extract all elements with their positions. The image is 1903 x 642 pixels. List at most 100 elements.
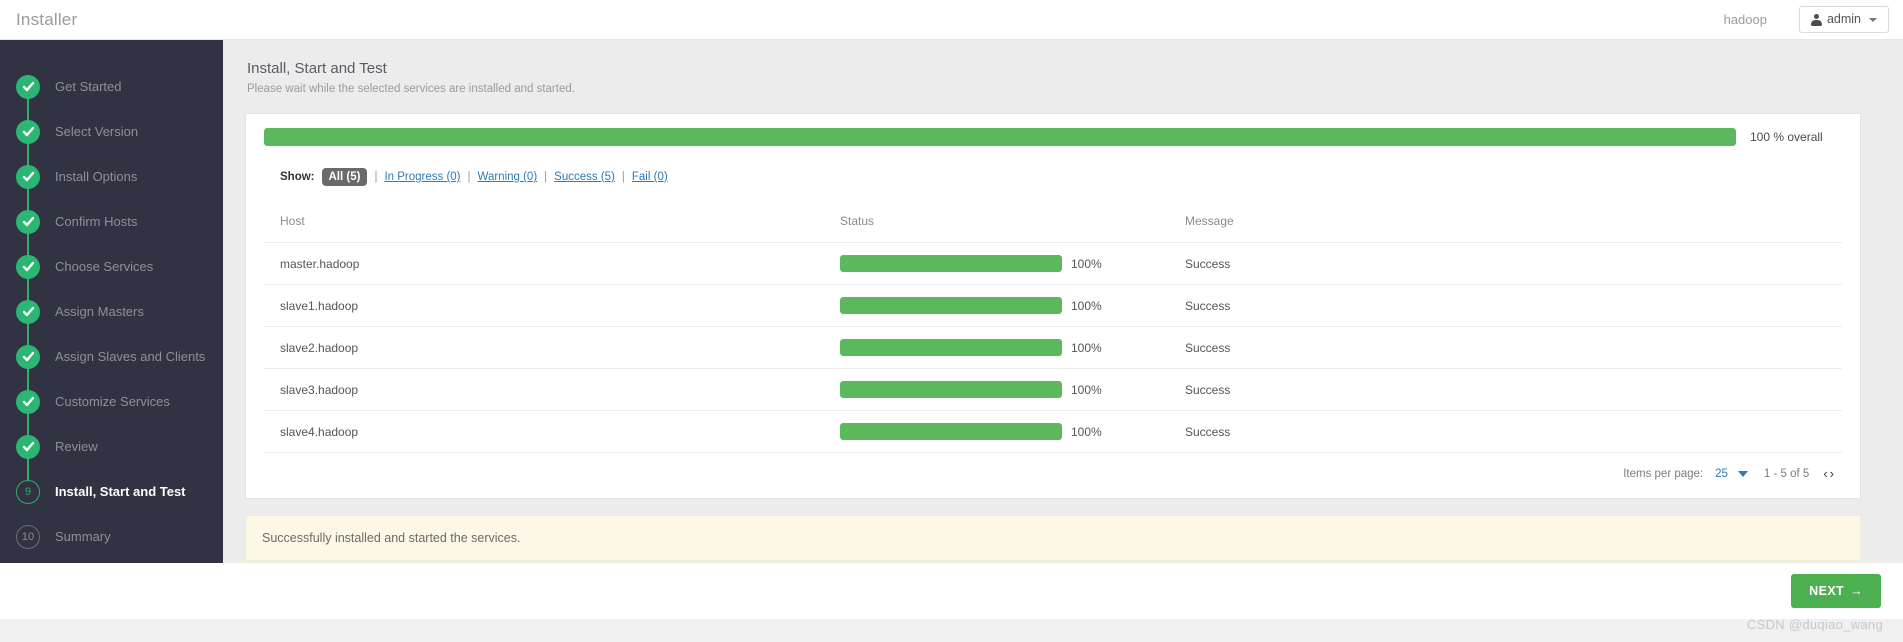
app-title: Installer (16, 9, 78, 29)
check-icon (16, 254, 40, 279)
overall-progress-bar (264, 128, 1736, 146)
row-progress-bar (840, 423, 1062, 440)
sidebar-step-label: Customize Services (55, 394, 170, 409)
next-button[interactable]: NEXT → (1791, 574, 1881, 608)
cell-message: Success (1169, 410, 1842, 453)
items-per-page-label: Items per page: (1623, 467, 1704, 480)
cell-message: Success (1169, 242, 1842, 285)
overall-progress-fill (264, 128, 1736, 146)
step-marker (16, 119, 40, 144)
top-header: Installer hadoop admin (0, 0, 1903, 40)
status-filter-row: Show: All (5) | In Progress (0) | Warning (0… (264, 168, 1842, 186)
check-icon (16, 209, 40, 234)
filter-success-5[interactable]: Success (5) (554, 171, 615, 183)
footer-strip (0, 619, 1903, 642)
row-progress-label: 100% (1071, 340, 1102, 355)
main-content: Install, Start and Test Please wait whil… (223, 40, 1903, 563)
paginator-arrows: ‹ › (1823, 467, 1834, 480)
table-row: master.hadoop 100% Success (264, 242, 1842, 285)
overall-progress-row: 100 % overall (264, 128, 1842, 146)
sidebar-step-label: Summary (55, 529, 111, 544)
sidebar-step-label: Confirm Hosts (55, 214, 138, 229)
row-progress-fill (840, 339, 1062, 356)
sidebar-step-review[interactable]: Review (0, 424, 223, 491)
step-marker (16, 344, 40, 369)
sidebar-step-label: Review (55, 439, 98, 454)
watermark: CSDN @duqiao_wang (1746, 617, 1883, 632)
check-icon (16, 299, 40, 324)
cell-host: slave2.hadoop (264, 326, 824, 369)
sidebar-step-get-started[interactable]: Get Started (0, 64, 223, 131)
cell-status: 100% (824, 326, 1169, 369)
host-status-table: Host Status Message master.hadoop 100% Suc… (264, 208, 1842, 453)
sidebar-step-assign-masters[interactable]: Assign Masters (0, 289, 223, 356)
admin-menu-button[interactable]: admin (1798, 6, 1889, 33)
step-marker: 10 (16, 524, 40, 549)
sidebar-step-label: Install, Start and Test (55, 484, 186, 499)
previous-page-icon[interactable]: ‹ (1823, 467, 1827, 480)
installer-page: Installer hadoop admin Get Started Select… (0, 0, 1903, 642)
filter-in-progress-0[interactable]: In Progress (0) (384, 171, 460, 183)
sidebar-step-select-version[interactable]: Select Version (0, 109, 223, 176)
filter-fail-0[interactable]: Fail (0) (632, 171, 668, 183)
page-subtitle: Please wait while the selected services … (247, 83, 575, 95)
row-progress-bar (840, 381, 1062, 398)
cell-host: master.hadoop (264, 242, 824, 285)
overall-progress-label: 100 % overall (1750, 130, 1823, 144)
sidebar-step-choose-services[interactable]: Choose Services (0, 244, 223, 311)
row-progress-fill (840, 381, 1062, 398)
arrow-right-icon: → (1850, 584, 1863, 598)
filter-warning-0[interactable]: Warning (0) (478, 171, 538, 183)
step-number-badge: 9 (16, 479, 40, 504)
filter-separator: | (467, 171, 471, 183)
column-header-host: Host (264, 208, 824, 243)
next-page-icon[interactable]: › (1830, 467, 1834, 480)
chevron-down-icon (1869, 17, 1877, 22)
row-progress-bar (840, 255, 1062, 272)
cell-message: Success (1169, 284, 1842, 327)
filter-show-label: Show: (280, 171, 315, 183)
check-icon (16, 344, 40, 369)
sidebar-step-assign-slaves-and-clients[interactable]: Assign Slaves and Clients (0, 334, 223, 401)
sidebar-step-install-start-and-test[interactable]: 9 Install, Start and Test (0, 469, 223, 514)
row-progress-bar (840, 297, 1062, 314)
cell-status: 100% (824, 368, 1169, 411)
chevron-down-icon[interactable] (1737, 470, 1748, 477)
filter-all-5[interactable]: All (5) (321, 168, 368, 186)
header-right-group: hadoop admin (1724, 6, 1889, 33)
row-progress-label: 100% (1071, 298, 1102, 313)
table-row: slave4.hadoop 100% Success (264, 410, 1842, 453)
sidebar-step-summary[interactable]: 10 Summary (0, 514, 223, 559)
step-number-badge: 10 (16, 524, 40, 549)
step-marker (16, 389, 40, 414)
check-icon (16, 164, 40, 189)
cell-status: 100% (824, 242, 1169, 285)
cell-message: Success (1169, 326, 1842, 369)
column-header-message: Message (1169, 208, 1842, 243)
sidebar-step-customize-services[interactable]: Customize Services (0, 379, 223, 446)
cell-status: 100% (824, 410, 1169, 453)
wizard-footer: NEXT → (0, 563, 1903, 619)
row-progress-bar (840, 339, 1062, 356)
sidebar-step-label: Assign Slaves and Clients (55, 349, 206, 364)
next-button-label: NEXT (1809, 584, 1845, 598)
sidebar-step-label: Choose Services (55, 259, 154, 274)
items-per-page-value[interactable]: 25 (1715, 468, 1728, 480)
page-title: Install, Start and Test (247, 60, 387, 77)
step-marker (16, 74, 40, 99)
cell-status: 100% (824, 284, 1169, 327)
cell-host: slave4.hadoop (264, 410, 824, 453)
step-marker (16, 434, 40, 459)
sidebar-step-confirm-hosts[interactable]: Confirm Hosts (0, 199, 223, 266)
cluster-name: hadoop (1723, 12, 1767, 27)
sidebar-step-label: Assign Masters (55, 304, 144, 319)
step-marker (16, 299, 40, 324)
filter-separator: | (544, 171, 548, 183)
check-icon (16, 389, 40, 414)
column-header-status: Status (824, 208, 1169, 243)
row-progress-fill (840, 255, 1062, 272)
success-notice: Successfully installed and started the s… (245, 515, 1861, 561)
sidebar-step-label: Get Started (55, 79, 122, 94)
sidebar-step-install-options[interactable]: Install Options (0, 154, 223, 221)
row-progress-label: 100% (1071, 424, 1102, 439)
